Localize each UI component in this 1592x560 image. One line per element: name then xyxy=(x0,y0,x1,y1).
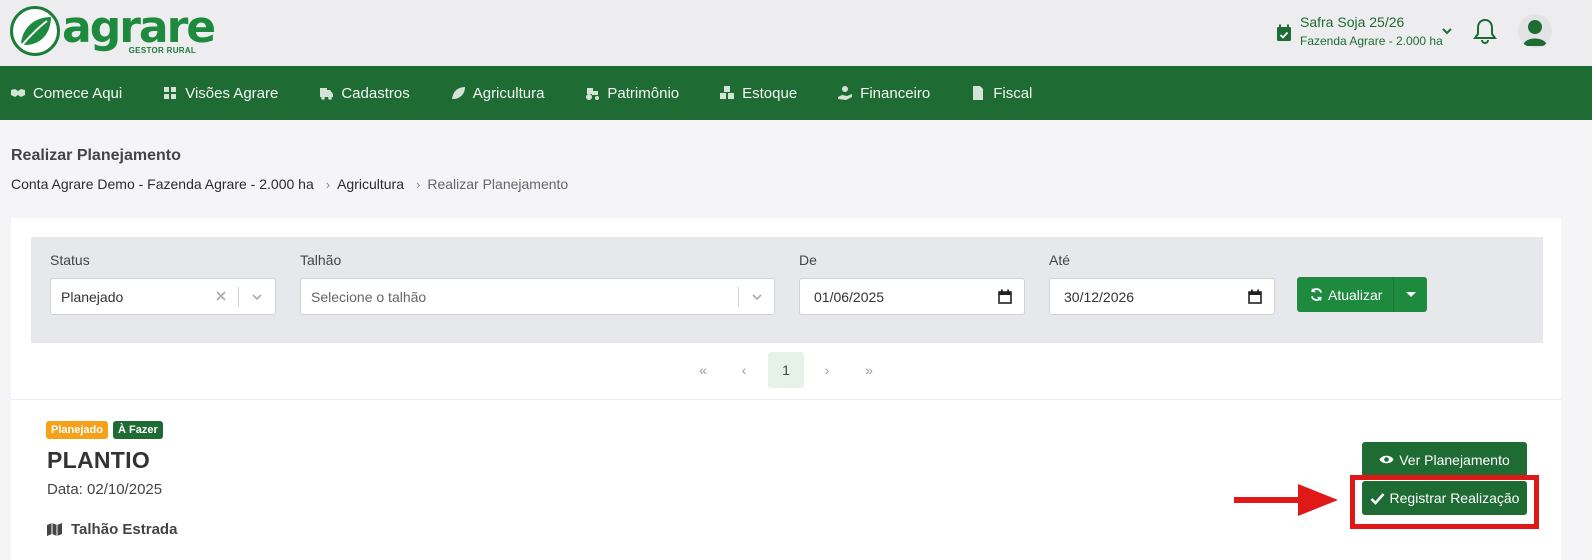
ate-label: Até xyxy=(1049,252,1071,268)
nav-label: Fiscal xyxy=(993,84,1033,102)
logo-wordmark: agrare xyxy=(62,2,216,53)
page-first-button[interactable]: « xyxy=(685,352,721,388)
talhao-select[interactable]: Selecione o talhão xyxy=(300,278,775,315)
de-label: De xyxy=(799,252,817,268)
atualizar-button[interactable]: Atualizar xyxy=(1297,277,1427,312)
nav-label: Comece Aqui xyxy=(33,84,123,102)
nav-label: Agricultura xyxy=(472,84,545,102)
operation-date: Data: 02/10/2025 xyxy=(47,481,163,498)
operation-talhao: Talhão Estrada xyxy=(46,521,177,538)
map-icon xyxy=(47,523,62,536)
ate-value: 30/12/2026 xyxy=(1064,288,1135,305)
status-badge-a-fazer: À Fazer xyxy=(113,421,163,439)
de-date-input[interactable]: 01/06/2025 xyxy=(799,278,1025,315)
chevron-right-icon: › xyxy=(416,176,421,192)
nav-label: Cadastros xyxy=(341,84,410,102)
breadcrumb-item[interactable]: Agricultura xyxy=(337,176,404,192)
breadcrumb: Conta Agrare Demo - Fazenda Agrare - 2.0… xyxy=(11,176,568,192)
atualizar-label: Atualizar xyxy=(1328,286,1383,303)
ate-date-input[interactable]: 30/12/2026 xyxy=(1049,278,1275,315)
pagination: « ‹ 1 › » xyxy=(11,342,1561,400)
atualizar-main[interactable]: Atualizar xyxy=(1297,277,1393,312)
breadcrumb-item[interactable]: Conta Agrare Demo - Fazenda Agrare - 2.0… xyxy=(11,176,314,192)
breadcrumb-current: Realizar Planejamento xyxy=(427,176,569,192)
nav-visoes-agrare[interactable]: Visões Agrare xyxy=(162,85,278,102)
nav-patrimonio[interactable]: Patrimônio xyxy=(584,85,679,102)
boxes-icon xyxy=(720,86,735,99)
nav-fiscal[interactable]: Fiscal xyxy=(970,85,1032,102)
invoice-icon xyxy=(973,86,984,100)
nav-comece-aqui[interactable]: Comece Aqui xyxy=(10,85,122,102)
truck-icon xyxy=(320,88,334,100)
ver-planejamento-label: Ver Planejamento xyxy=(1399,451,1510,468)
calendar-icon[interactable] xyxy=(1248,289,1262,304)
page-number-button[interactable]: 1 xyxy=(768,352,804,388)
handshake-icon xyxy=(11,89,25,97)
hand-money-icon xyxy=(838,86,853,100)
page-next-button[interactable]: › xyxy=(809,352,845,388)
main-navigation: Comece Aqui Visões Agrare Cadastros Agri… xyxy=(0,66,1592,120)
chevron-down-icon[interactable] xyxy=(1440,24,1454,38)
nav-financeiro[interactable]: Financeiro xyxy=(837,85,930,102)
status-badge-planejado: Planejado xyxy=(46,421,108,439)
ver-planejamento-button[interactable]: Ver Planejamento xyxy=(1362,442,1527,477)
caret-down-icon xyxy=(1405,291,1416,297)
filter-panel: Status Planejado Talhão Selecione o talh… xyxy=(31,237,1543,343)
logo-tagline: GESTOR RURAL xyxy=(128,46,197,55)
talhao-name: Talhão Estrada xyxy=(71,521,178,538)
safra-farm: Fazenda Agrare - 2.000 ha xyxy=(1300,34,1443,48)
safra-title: Safra Soja 25/26 xyxy=(1300,14,1405,30)
talhao-placeholder: Selecione o talhão xyxy=(311,288,427,305)
de-value: 01/06/2025 xyxy=(814,288,885,305)
page-prev-button[interactable]: ‹ xyxy=(726,352,762,388)
agrare-logo[interactable]: agrare GESTOR RURAL xyxy=(10,2,216,56)
red-arrow-icon xyxy=(1234,484,1338,516)
eye-icon xyxy=(1379,455,1394,464)
nav-label: Estoque xyxy=(742,84,798,102)
nav-agricultura[interactable]: Agricultura xyxy=(450,84,545,102)
nav-label: Financeiro xyxy=(860,84,931,102)
user-avatar[interactable] xyxy=(1518,14,1552,48)
nav-cadastros[interactable]: Cadastros xyxy=(318,84,410,102)
operation-title: PLANTIO xyxy=(47,447,151,473)
status-value: Planejado xyxy=(61,288,124,305)
calendar-icon[interactable] xyxy=(998,289,1012,304)
talhao-label: Talhão xyxy=(300,252,342,268)
dashboard-icon xyxy=(164,87,177,99)
nav-label: Patrimônio xyxy=(607,84,680,102)
page-last-button[interactable]: » xyxy=(851,352,887,388)
chevron-right-icon: › xyxy=(325,176,331,192)
highlight-box xyxy=(1350,475,1539,529)
leaf-icon xyxy=(451,87,465,99)
nav-estoque[interactable]: Estoque xyxy=(719,85,797,102)
user-icon xyxy=(1523,20,1547,46)
nav-label: Visões Agrare xyxy=(185,84,279,102)
top-bar: agrare GESTOR RURAL Safra Soja 25/26 Faz… xyxy=(0,0,1592,66)
status-label: Status xyxy=(50,252,90,268)
status-select[interactable]: Planejado xyxy=(50,278,276,315)
chevron-down-icon[interactable] xyxy=(250,290,264,304)
bell-icon[interactable] xyxy=(1472,17,1498,45)
atualizar-dropdown-toggle[interactable] xyxy=(1393,277,1427,312)
clear-icon[interactable] xyxy=(214,289,228,303)
safra-selector[interactable]: Safra Soja 25/26 Fazenda Agrare - 2.000 … xyxy=(1276,14,1443,48)
page-title: Realizar Planejamento xyxy=(11,147,181,164)
refresh-icon xyxy=(1310,287,1323,302)
tractor-icon xyxy=(586,88,600,100)
calendar-check-icon xyxy=(1277,24,1291,41)
chevron-down-icon[interactable] xyxy=(750,290,764,304)
leaf-logo-icon xyxy=(10,6,60,56)
